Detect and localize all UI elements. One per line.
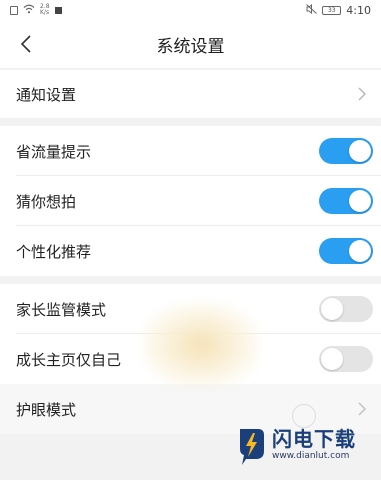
status-bar: 2.8 K/s 33 4:10 — [0, 0, 381, 20]
watermark: 闪电下载 www.dianlut.com — [236, 420, 376, 470]
back-icon[interactable] — [14, 31, 38, 57]
lightning-logo-icon — [240, 429, 264, 465]
row-label: 猜你想拍 — [16, 192, 77, 211]
watermark-url: www.dianlut.com — [272, 451, 350, 461]
settings-row-guess-shoot: 猜你想拍 — [0, 176, 381, 226]
chevron-right-icon — [358, 402, 366, 416]
toggle-knob — [349, 140, 371, 162]
watermark-text: 闪电下载 www.dianlut.com — [272, 428, 356, 462]
settings-row-notification[interactable]: 通知设置 — [0, 70, 381, 118]
page-title: 系统设置 — [156, 36, 225, 57]
parental-toggle[interactable] — [319, 296, 373, 322]
blurred-overlay — [142, 302, 260, 388]
notification-icon — [54, 6, 62, 14]
data-saving-toggle[interactable] — [319, 138, 373, 164]
wifi-icon — [23, 4, 35, 17]
row-label: 通知设置 — [16, 85, 77, 104]
network-speed: 2.8 K/s — [40, 4, 50, 16]
battery-icon: 33 — [322, 5, 342, 15]
toggle-knob — [321, 298, 343, 320]
guess-shoot-toggle[interactable] — [319, 188, 373, 214]
toggle-knob — [321, 348, 343, 370]
battery-level: 33 — [327, 6, 336, 14]
clock: 4:10 — [346, 3, 371, 17]
row-label: 护眼模式 — [16, 400, 77, 419]
row-label: 省流量提示 — [16, 142, 92, 161]
header: 系统设置 — [0, 20, 381, 68]
settings-row-data-saving: 省流量提示 — [0, 126, 381, 176]
row-label: 个性化推荐 — [16, 242, 92, 261]
network-speed-unit: K/s — [40, 9, 50, 16]
status-right: 33 4:10 — [306, 3, 371, 17]
toggle-knob — [349, 190, 371, 212]
row-label: 成长主页仅自己 — [16, 350, 122, 369]
row-label: 家长监管模式 — [16, 300, 107, 319]
sim-icon — [10, 5, 18, 15]
personalized-toggle[interactable] — [319, 238, 373, 264]
status-left: 2.8 K/s — [10, 4, 62, 17]
mute-icon — [306, 3, 318, 17]
watermark-name: 闪电下载 — [272, 427, 356, 451]
growth-private-toggle[interactable] — [319, 346, 373, 372]
settings-row-personalized: 个性化推荐 — [0, 226, 381, 276]
chevron-right-icon — [358, 87, 366, 101]
toggle-knob — [349, 240, 371, 262]
